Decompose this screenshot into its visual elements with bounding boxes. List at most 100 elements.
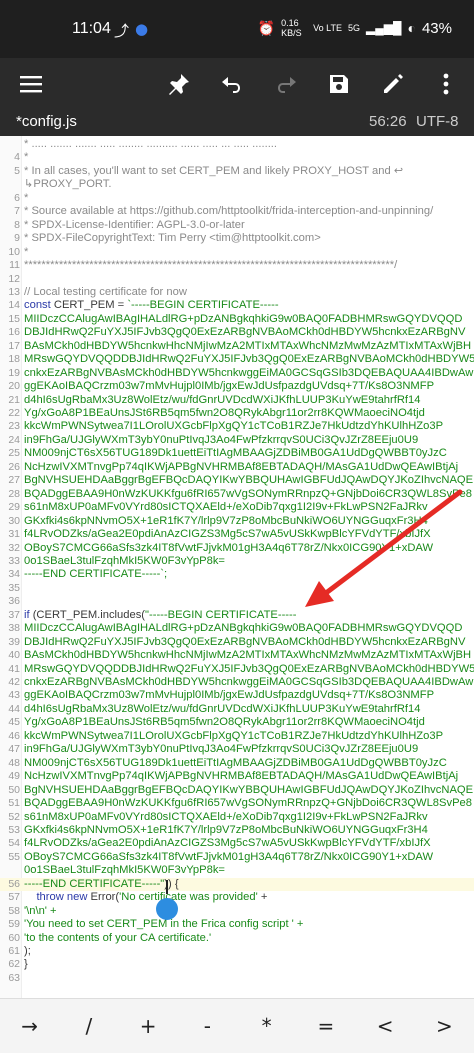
symbol-key[interactable]: + bbox=[119, 1014, 178, 1038]
line-number: 15 bbox=[8, 312, 20, 325]
code-line[interactable]: ↳PROXY_PORT. bbox=[0, 178, 474, 191]
code-line[interactable]: 6 * bbox=[0, 192, 474, 205]
code-line[interactable]: 21 d4hI6sUgRbaMx3Uz8WolEtz/wu/fdGnrUVDcdW… bbox=[0, 394, 474, 407]
code-line[interactable]: 16 DBJIdHRwQ2FuYXJ5IFJvb3QgQ0ExEzARBgNVBA… bbox=[0, 326, 474, 339]
code-line[interactable]: 33 0o1SBaeL3tulFzqhMkI5KW0F3vYpP8k= bbox=[0, 555, 474, 568]
code-line[interactable]: 62} bbox=[0, 958, 474, 971]
code-line[interactable]: 46 kkcWmPWNSytwea7I1LOrolUXGcbFlpXgQY1cTC… bbox=[0, 730, 474, 743]
symbol-key[interactable]: / bbox=[59, 1014, 118, 1038]
code-line[interactable]: 51 BQADggEBAA9H0nWzKUKKfgu6fRI657wVgSONym… bbox=[0, 797, 474, 810]
file-name-tab[interactable]: *config.js bbox=[16, 113, 77, 130]
code-line[interactable]: 32 OBoyS7CMCG66aSfs3zk4IT8fVwtFJjvkM01gH3… bbox=[0, 542, 474, 555]
code-line[interactable]: 19 cnkxEzARBgNVBAsMCkh0dHBDYW5hcnkwggEiMA… bbox=[0, 367, 474, 380]
code-line[interactable]: 43 ggEKAoIBAQCrzm03w7mMvHujpl0IMb/jgxEwJd… bbox=[0, 689, 474, 702]
code-line[interactable]: 20 ggEKAoIBAQCrzm03w7mMvHujpl0IMb/jgxEwJd… bbox=[0, 380, 474, 393]
pin-icon[interactable] bbox=[161, 66, 197, 102]
code-line[interactable]: 37 if (CERT_PEM.includes("-----BEGIN CERT… bbox=[0, 609, 474, 622]
code-line[interactable]: 57 throw new Error('No certificate was p… bbox=[0, 891, 474, 904]
line-number: 25 bbox=[8, 447, 20, 460]
code-line[interactable]: 48 NM009njCT6sX56TUG189Dk1uettEiTtIAgMBAA… bbox=[0, 757, 474, 770]
code-line[interactable]: 54 f4LRvODZks/aGea2E0pdiAnAzCIGZS3Mg5cS7w… bbox=[0, 837, 474, 850]
code-line[interactable]: 23 kkcWmPWNSytwea7I1LOrolUXGcbFlpXgQY1cTC… bbox=[0, 420, 474, 433]
symbol-key[interactable]: - bbox=[178, 1014, 237, 1038]
code-line[interactable]: 58 '\n\n' + bbox=[0, 905, 474, 918]
line-number: 29 bbox=[8, 501, 20, 514]
code-line[interactable]: 40 BAsMCkh0dHBDYW5hcnkwHhcNMjIwMzA2MTIxMT… bbox=[0, 649, 474, 662]
code-line[interactable]: 14 const CERT_PEM = `-----BEGIN CERTIFICA… bbox=[0, 299, 474, 312]
code-line[interactable]: 60 'to the contents of your CA certifica… bbox=[0, 932, 474, 945]
code-line[interactable]: 17 BAsMCkh0dHBDYW5hcnkwHhcNMjIwMzA2MTIxMT… bbox=[0, 340, 474, 353]
code-line[interactable]: 5 * In all cases, you'll want to set CERT… bbox=[0, 165, 474, 178]
symbol-key[interactable]: → bbox=[0, 1014, 59, 1038]
code-line[interactable]: 52 s61nM8xUP0aMFv0VYrd80sICTQXAEld+/eXoDi… bbox=[0, 811, 474, 824]
code-line[interactable]: 29 s61nM8xUP0aMFv0VYrd80sICTQXAEld+/eXoDi… bbox=[0, 501, 474, 514]
code-line[interactable]: 39 DBJIdHRwQ2FuYXJ5IFJvb3QgQ0ExEzARBgNVBA… bbox=[0, 636, 474, 649]
code-line[interactable]: 7 * Source available at https://github.co… bbox=[0, 205, 474, 218]
line-number: 49 bbox=[8, 770, 20, 783]
code-line[interactable]: 42 cnkxEzARBgNVBAsMCkh0dHBDYW5hcnkwggEiMA… bbox=[0, 676, 474, 689]
code-line[interactable]: 61 ); bbox=[0, 945, 474, 958]
code-line[interactable]: 35 bbox=[0, 582, 474, 595]
code-line[interactable]: 15 MIIDczCCAlugAwIBAgIHALdlRG+pDzANBgkqhk… bbox=[0, 313, 474, 326]
code-text: -----END CERTIFICATE-----")) { bbox=[24, 877, 179, 890]
code-line[interactable]: 45 Yg/xGoA8P1BEaUnsJSt6RB5qm5fwn2O8QRykAb… bbox=[0, 716, 474, 729]
code-line[interactable]: 49 NcHzwIVXMTnvgPp74qIKWjAPBgNVHRMBAf8EBT… bbox=[0, 770, 474, 783]
undo-icon[interactable] bbox=[214, 66, 250, 102]
symbol-key[interactable]: * bbox=[237, 1014, 296, 1038]
code-line[interactable]: 34 -----END CERTIFICATE-----`; bbox=[0, 568, 474, 581]
cursor-handle[interactable] bbox=[156, 898, 178, 920]
code-line[interactable]: 27 BgNVHSUEHDAaBggrBgEFBQcDAQYIKwYBBQUHAw… bbox=[0, 474, 474, 487]
edit-icon[interactable] bbox=[375, 66, 411, 102]
symbol-key[interactable]: > bbox=[415, 1014, 474, 1038]
code-line[interactable]: 31 f4LRvODZks/aGea2E0pdiAnAzCIGZS3Mg5cS7w… bbox=[0, 528, 474, 541]
code-line[interactable]: 18 MRswGQYDVQQDDBJIdHRwQ2FuYXJ5IFJvb3QgQ0… bbox=[0, 353, 474, 366]
code-line[interactable]: 4 * bbox=[0, 151, 474, 164]
symbol-key[interactable]: < bbox=[356, 1014, 415, 1038]
code-line[interactable]: 63 bbox=[0, 972, 474, 985]
net-speed: 0.16 KB/S bbox=[281, 18, 302, 38]
code-line[interactable]: 50 BgNVHSUEHDAaBggrBgEFBQcDAQYIKwYBBQUHAw… bbox=[0, 784, 474, 797]
menu-icon[interactable] bbox=[13, 66, 49, 102]
code-line[interactable]: 26 NcHzwIVXMTnvgPp74qIKWjAPBgNVHRMBAf8EBT… bbox=[0, 461, 474, 474]
line-number: 40 bbox=[8, 649, 20, 662]
status-right: ⏰ 0.16 KB/S Vo LTE 5G ▂▄▆█ ◐ 43% bbox=[258, 18, 452, 38]
line-number: 42 bbox=[8, 676, 20, 688]
code-text: cnkxEzARBgNVBAsMCkh0dHBDYW5hcnkwggEiMA0G… bbox=[24, 366, 474, 379]
code-line[interactable]: 41 MRswGQYDVQQDDBJIdHRwQ2FuYXJ5IFJvb3QgQ0… bbox=[0, 663, 474, 676]
code-text: ggEKAoIBAQCrzm03w7mMvHujpl0IMb/jgxEwJdUs… bbox=[24, 380, 435, 393]
code-line[interactable]: 22 Yg/xGoA8P1BEaUnsJSt6RB5qm5fwn2O8QRykAb… bbox=[0, 407, 474, 420]
code-line[interactable]: 36 bbox=[0, 595, 474, 608]
code-line[interactable]: 53 GKxfki4s6kpNNvmO5X+1eR1fK7Y/lrlp9V7zP8… bbox=[0, 824, 474, 837]
code-text: throw new Error('No certificate was prov… bbox=[36, 891, 268, 904]
code-line[interactable]: 47 in9FhGa/UJGlyWXmT3ybY0nuPtIvqJ3Ao4FwPf… bbox=[0, 743, 474, 756]
code-line[interactable]: 10 * bbox=[0, 246, 474, 259]
code-line[interactable]: 30 GKxfki4s6kpNNvmO5X+1eR1fK7Y/lrlp9V7zP8… bbox=[0, 515, 474, 528]
code-line[interactable]: 28 BQADggEBAA9H0nWzKUKKfgu6fRI657wVgSONym… bbox=[0, 488, 474, 501]
code-line[interactable]: 9 * SPDX-FileCopyrightText: Tim Perry <ti… bbox=[0, 232, 474, 245]
code-line[interactable]: 12 bbox=[0, 273, 474, 286]
code-line[interactable]: 13 // Local testing certificate for now bbox=[0, 286, 474, 299]
save-icon[interactable] bbox=[321, 66, 357, 102]
code-line[interactable]: 8 * SPDX-License-Identifier: AGPL-3.0-or-… bbox=[0, 219, 474, 232]
code-text: * bbox=[24, 191, 29, 204]
code-line[interactable]: 44 d4hI6sUgRbaMx3Uz8WolEtz/wu/fdGnrUVDcdW… bbox=[0, 703, 474, 716]
code-line[interactable]: 11 **************************************… bbox=[0, 259, 474, 272]
code-text: MRswGQYDVQQDDBJIdHRwQ2FuYXJ5IFJvb3QgQ0Ex… bbox=[24, 353, 474, 366]
code-text: * ..... ....... ....... ..... ........ .… bbox=[24, 138, 278, 150]
code-editor[interactable]: * ..... ....... ....... ..... ........ .… bbox=[0, 136, 474, 998]
code-line[interactable]: 59 'You need to set CERT_PEM in the Fric… bbox=[0, 918, 474, 931]
code-text: // Local testing certificate for now bbox=[24, 285, 187, 298]
code-line[interactable]: 38 MIIDczCCAlugAwIBAgIHALdlRG+pDzANBgkqhk… bbox=[0, 622, 474, 635]
file-encoding[interactable]: UTF-8 bbox=[416, 113, 459, 130]
code-line[interactable]: 25 NM009njCT6sX56TUG189Dk1uettEiTtIAgMBAA… bbox=[0, 447, 474, 460]
code-line[interactable]: * ..... ....... ....... ..... ........ .… bbox=[0, 138, 474, 151]
symbol-key[interactable]: = bbox=[296, 1014, 355, 1038]
code-line[interactable]: 56 -----END CERTIFICATE-----")) { bbox=[0, 877, 474, 892]
line-number: 27 bbox=[8, 474, 20, 487]
code-line[interactable]: 24 in9FhGa/UJGlyWXmT3ybY0nuPtIvqJ3Ao4FwPf… bbox=[0, 434, 474, 447]
code-line[interactable]: 0o1SBaeL3tulFzqhMkI5KW0F3vYpP8k= bbox=[0, 864, 474, 877]
code-line[interactable]: 55 OBoyS7CMCG66aSfs3zk4IT8fVwtFJjvkM01gH3… bbox=[0, 851, 474, 864]
more-vert-icon[interactable] bbox=[428, 66, 464, 102]
redo-icon[interactable] bbox=[268, 66, 304, 102]
missed-call-icon: ⤴ bbox=[114, 22, 130, 40]
